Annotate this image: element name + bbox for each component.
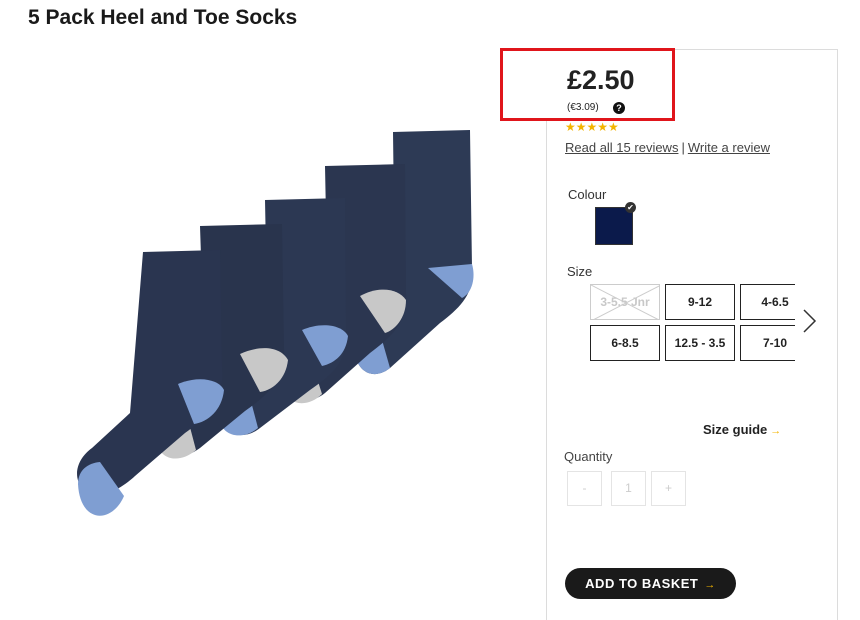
add-to-basket-label: ADD TO BASKET	[585, 576, 699, 591]
size-option-label: 7-10	[762, 336, 788, 350]
size-option[interactable]: 9-12	[665, 284, 735, 320]
size-option[interactable]: 6-8.5	[590, 325, 660, 361]
add-to-basket-button[interactable]: ADD TO BASKET →	[565, 568, 736, 599]
colour-label: Colour	[568, 187, 607, 202]
colour-swatch-navy[interactable]	[595, 207, 633, 245]
product-image	[77, 130, 474, 516]
rating-stars: ★★★★★	[565, 120, 619, 134]
write-review-link[interactable]: Write a review	[688, 140, 770, 155]
size-grid: 3-5.5 Jnr 9-12 4-6.5 6-8.5 12.5 - 3.5 7-…	[590, 284, 795, 362]
quantity-input[interactable]: 1	[611, 471, 646, 506]
size-option-unavailable[interactable]: 3-5.5 Jnr	[590, 284, 660, 320]
size-label: Size	[567, 264, 593, 279]
size-option[interactable]: 4-6.5	[740, 284, 795, 320]
quantity-label: Quantity	[564, 449, 613, 464]
arrow-right-icon: →	[704, 579, 716, 591]
product-title: 5 Pack Heel and Toe Socks	[28, 6, 298, 29]
price-euro: (€3.09)	[567, 102, 599, 113]
size-guide-link[interactable]: Size guide →	[703, 422, 781, 437]
size-option-label: 9-12	[687, 295, 713, 309]
strike-icon	[591, 285, 659, 319]
sock-1	[77, 250, 224, 516]
reviews-links: Read all 15 reviews | Write a review	[565, 140, 770, 155]
size-option-label: 6-8.5	[611, 336, 639, 350]
quantity-minus-button[interactable]: -	[567, 471, 602, 506]
question-icon[interactable]: ?	[613, 102, 625, 114]
chevron-right-icon[interactable]	[800, 306, 820, 336]
check-icon: ✔	[625, 202, 636, 213]
price-highlight-box: £2.50 (€3.09) ?	[500, 48, 675, 121]
size-guide-label: Size guide	[703, 422, 768, 437]
read-reviews-link[interactable]: Read all 15 reviews	[565, 140, 678, 155]
size-option[interactable]: 7-10	[740, 325, 795, 361]
size-option[interactable]: 12.5 - 3.5	[665, 325, 735, 361]
quantity-plus-button[interactable]: +	[651, 471, 686, 506]
arrow-right-icon: →	[770, 425, 782, 437]
size-option-label: 4-6.5	[761, 295, 789, 309]
price-main: £2.50	[567, 65, 635, 95]
reviews-separator: |	[681, 140, 685, 155]
size-option-label: 12.5 - 3.5	[674, 336, 726, 350]
